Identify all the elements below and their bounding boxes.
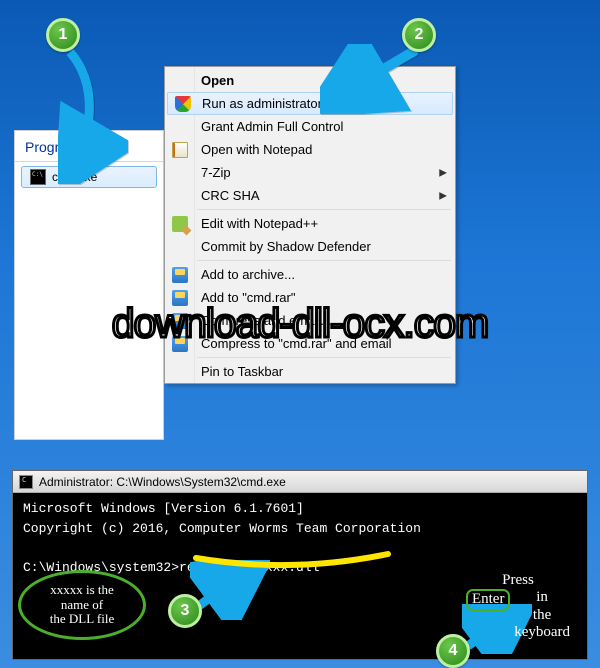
archive-icon xyxy=(171,266,189,284)
yellow-underline xyxy=(192,548,392,575)
ctx-commit-shadow[interactable]: Commit by Shadow Defender xyxy=(165,235,455,258)
step-badge-3: 3 xyxy=(168,594,202,628)
ctx-grant-admin[interactable]: Grant Admin Full Control xyxy=(165,115,455,138)
ctx-item-label: Commit by Shadow Defender xyxy=(201,239,371,254)
arrow-to-run-admin xyxy=(320,44,440,114)
watermark-text: download-dll-ocx.com xyxy=(0,300,600,347)
notepad-icon xyxy=(171,141,189,159)
ctx-separator xyxy=(197,260,451,261)
ctx-separator xyxy=(197,357,451,358)
ctx-edit-npp[interactable]: Edit with Notepad++ xyxy=(165,212,455,235)
callout-text: xxxxx is the name of the DLL file xyxy=(46,579,119,632)
step-badge-2: 2 xyxy=(402,18,436,52)
step-badge-1: 1 xyxy=(46,18,80,52)
press-label: Press xyxy=(502,572,534,588)
badge-number: 2 xyxy=(415,26,424,44)
step-badge-4: 4 xyxy=(436,634,470,668)
enter-highlight: Enter xyxy=(466,589,510,610)
callout-press-enter: Press Enter in the keyboard xyxy=(466,572,570,641)
badge-number: 1 xyxy=(59,26,68,44)
cmd-title-icon xyxy=(19,475,33,489)
badge-number: 3 xyxy=(181,602,190,620)
submenu-caret-icon: ▶ xyxy=(439,167,447,178)
notepadpp-icon xyxy=(171,215,189,233)
ctx-add-archive[interactable]: Add to archive... xyxy=(165,263,455,286)
badge-number: 4 xyxy=(449,642,458,660)
ctx-item-label: Add to archive... xyxy=(201,267,295,282)
callout-dll-name: xxxxx is the name of the DLL file xyxy=(18,570,146,640)
cmd-line-2: Copyright (c) 2016, Computer Worms Team … xyxy=(23,521,421,536)
ctx-open-notepad[interactable]: Open with Notepad xyxy=(165,138,455,161)
ctx-separator xyxy=(197,209,451,210)
ctx-7zip[interactable]: 7-Zip ▶ xyxy=(165,161,455,184)
ctx-item-label: Pin to Taskbar xyxy=(201,364,283,379)
cmd-title-text: Administrator: C:\Windows\System32\cmd.e… xyxy=(39,475,286,489)
ctx-pin-taskbar[interactable]: Pin to Taskbar xyxy=(165,360,455,383)
submenu-caret-icon: ▶ xyxy=(439,190,447,201)
enter-label: Enter xyxy=(472,591,504,607)
shield-icon xyxy=(174,95,192,113)
ctx-item-label: Open with Notepad xyxy=(201,142,312,157)
ctx-item-label: Run as administrator xyxy=(202,96,322,111)
ctx-item-label: Grant Admin Full Control xyxy=(201,119,343,134)
cmd-icon xyxy=(30,169,46,185)
cmd-titlebar: Administrator: C:\Windows\System32\cmd.e… xyxy=(13,471,587,493)
arrow-to-cmd xyxy=(58,44,128,184)
cmd-line-1: Microsoft Windows [Version 6.1.7601] xyxy=(23,501,304,516)
in-the-keyboard: in the keyboard xyxy=(514,589,570,641)
ctx-item-label: CRC SHA xyxy=(201,188,260,203)
ctx-item-label: Edit with Notepad++ xyxy=(201,216,318,231)
ctx-item-label: 7-Zip xyxy=(201,165,231,180)
ctx-crc-sha[interactable]: CRC SHA ▶ xyxy=(165,184,455,207)
